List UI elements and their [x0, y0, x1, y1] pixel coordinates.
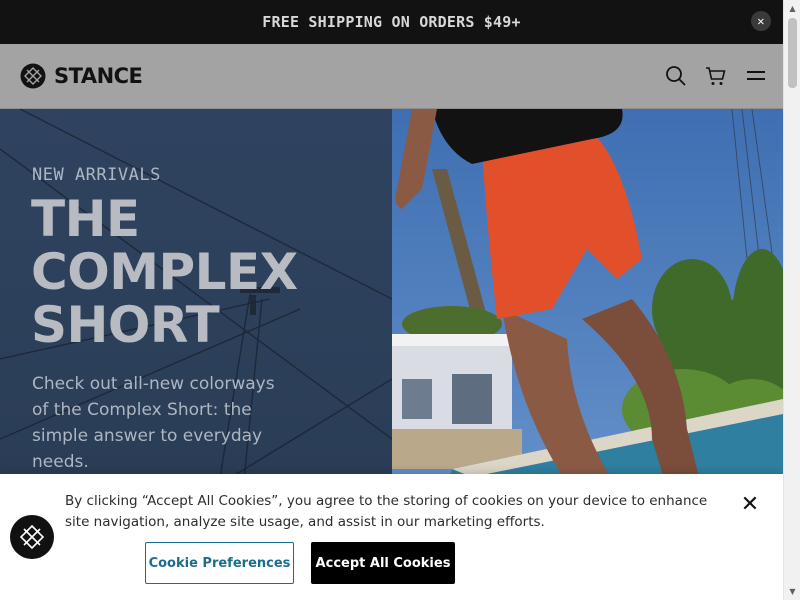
announcement-text: FREE SHIPPING ON ORDERS $49+: [262, 13, 521, 31]
hero-title-line: COMPLEX: [31, 243, 298, 301]
search-icon[interactable]: [665, 65, 687, 87]
scrollbar-thumb[interactable]: [788, 18, 797, 88]
close-icon[interactable]: ✕: [739, 492, 761, 517]
hero-title: THE COMPLEX SHORT: [31, 193, 371, 352]
hero-title-line: THE: [31, 190, 140, 248]
close-icon[interactable]: ✕: [751, 11, 771, 31]
cookie-consent-text: By clicking “Accept All Cookies”, you ag…: [65, 493, 708, 530]
scroll-down-icon[interactable]: ▼: [784, 583, 800, 600]
announcement-bar: FREE SHIPPING ON ORDERS $49+ ✕: [0, 0, 783, 44]
cart-icon[interactable]: [705, 65, 727, 87]
stance-logo-icon: [10, 515, 54, 559]
brand-name: STANCE: [54, 64, 143, 88]
cookie-preferences-button[interactable]: Cookie Preferences: [145, 542, 294, 584]
page-scrollbar[interactable]: ▲ ▼: [783, 0, 800, 600]
scroll-up-icon[interactable]: ▲: [784, 0, 800, 17]
accept-all-cookies-button[interactable]: Accept All Cookies: [311, 542, 455, 584]
cookie-banner: By clicking “Accept All Cookies”, you ag…: [0, 474, 783, 600]
hero-description: Check out all-new colorways of the Compl…: [32, 374, 275, 472]
menu-icon[interactable]: [745, 65, 767, 87]
stance-logo-icon: [20, 63, 46, 89]
brand-logo[interactable]: STANCE: [20, 63, 143, 89]
hero-title-line: SHORT: [31, 296, 220, 354]
site-header: STANCE: [0, 44, 783, 109]
hero-eyebrow: NEW ARRIVALS: [32, 165, 161, 185]
header-actions: [665, 65, 767, 87]
